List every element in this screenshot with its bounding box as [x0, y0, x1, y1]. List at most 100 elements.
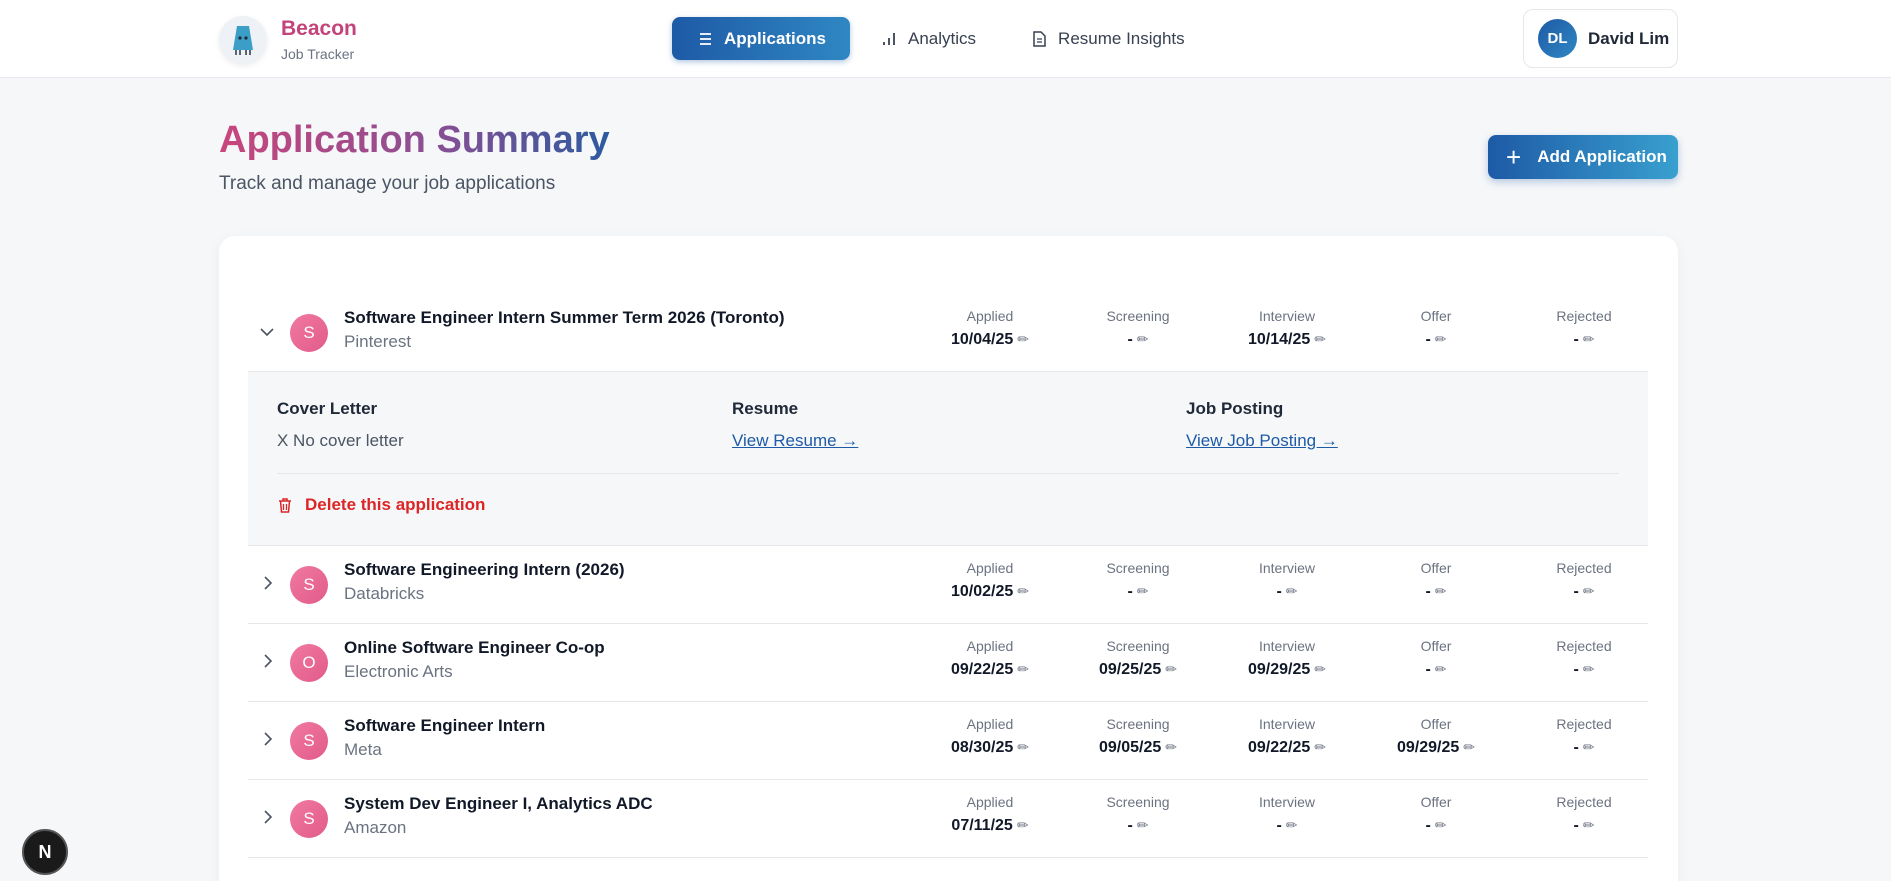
- edit-pencil-icon[interactable]: ✏: [1435, 661, 1447, 678]
- nav-applications[interactable]: Applications: [672, 17, 851, 60]
- stage-date-value: -: [1276, 817, 1282, 834]
- stage-date[interactable]: - ✏: [1376, 817, 1496, 835]
- stage-date[interactable]: - ✏: [1376, 661, 1496, 679]
- stage-date-value: -: [1573, 583, 1579, 600]
- edit-pencil-icon[interactable]: ✏: [1583, 583, 1595, 600]
- page-title: Application Summary: [219, 119, 610, 161]
- edit-pencil-icon[interactable]: ✏: [1286, 817, 1298, 834]
- stage-date[interactable]: 10/02/25 ✏: [930, 583, 1050, 601]
- edit-pencil-icon[interactable]: ✏: [1286, 583, 1298, 600]
- brand: Beacon Job Tracker: [281, 17, 357, 62]
- chevron-right-icon[interactable]: [258, 730, 276, 748]
- edit-pencil-icon[interactable]: ✏: [1583, 817, 1595, 834]
- edit-pencil-icon[interactable]: ✏: [1435, 331, 1447, 348]
- plus-icon: +: [1506, 142, 1522, 172]
- edit-pencil-icon[interactable]: ✏: [1137, 583, 1149, 600]
- stage-date[interactable]: - ✏: [1078, 331, 1198, 349]
- user-menu-button[interactable]: DL David Lim: [1523, 9, 1678, 68]
- stage-date[interactable]: - ✏: [1376, 583, 1496, 601]
- edit-pencil-icon[interactable]: ✏: [1583, 331, 1595, 348]
- company-avatar: S: [290, 314, 328, 352]
- stage-date[interactable]: 09/22/25 ✏: [1227, 739, 1347, 757]
- stage-date-value: -: [1425, 331, 1431, 348]
- application-row[interactable]: S System Dev Engineer I, Analytics ADC Ama…: [248, 780, 1648, 858]
- stage-label: Rejected: [1556, 638, 1612, 654]
- application-row[interactable]: S Software Engineering Intern (2026) Datab…: [248, 546, 1648, 624]
- edit-pencil-icon[interactable]: ✏: [1017, 739, 1029, 756]
- stage-label: Interview: [1258, 560, 1316, 576]
- stage-screening: Screening - ✏: [1078, 308, 1198, 349]
- stage-offer: Offer - ✏: [1376, 308, 1496, 349]
- application-row[interactable]: O Online Software Engineer Co-op Electroni…: [248, 624, 1648, 702]
- stage-date-value: 09/22/25: [1247, 739, 1311, 756]
- stage-rejected: Rejected - ✏: [1524, 560, 1644, 601]
- edit-pencil-icon[interactable]: ✏: [1017, 583, 1029, 600]
- stage-offer: Offer - ✏: [1376, 638, 1496, 679]
- edit-pencil-icon[interactable]: ✏: [1137, 331, 1149, 348]
- stage-label: Rejected: [1556, 716, 1612, 732]
- edit-pencil-icon[interactable]: ✏: [1314, 331, 1326, 348]
- edit-pencil-icon[interactable]: ✏: [1583, 661, 1595, 678]
- stage-applied: Applied 07/11/25 ✏: [930, 794, 1050, 835]
- chevron-right-icon[interactable]: [258, 652, 276, 670]
- stage-date[interactable]: 09/29/25 ✏: [1227, 661, 1347, 679]
- stage-applied: Applied 09/22/25 ✏: [930, 638, 1050, 679]
- stage-date[interactable]: 10/14/25 ✏: [1227, 331, 1347, 349]
- dev-tools-badge[interactable]: N: [22, 829, 68, 875]
- application-row[interactable]: S Software Engineer Intern Meta Applied 08/3…: [248, 702, 1648, 780]
- edit-pencil-icon[interactable]: ✏: [1165, 661, 1177, 678]
- edit-pencil-icon[interactable]: ✏: [1017, 661, 1029, 678]
- stage-date[interactable]: 09/05/25 ✏: [1078, 739, 1198, 757]
- stage-interview: Interview 10/14/25 ✏: [1227, 308, 1347, 349]
- list-icon: [700, 32, 711, 45]
- edit-pencil-icon[interactable]: ✏: [1435, 583, 1447, 600]
- page-subtitle: Track and manage your job applications: [219, 173, 556, 194]
- edit-pencil-icon[interactable]: ✏: [1017, 331, 1029, 348]
- stage-date[interactable]: 07/11/25 ✏: [930, 817, 1050, 835]
- application-row[interactable]: S Software Engineer Intern Summer Term 20…: [248, 294, 1648, 372]
- trash-icon: [279, 497, 291, 513]
- brand-subtitle: Job Tracker: [281, 46, 355, 62]
- stage-date-value: 10/14/25: [1247, 331, 1311, 348]
- stage-date[interactable]: - ✏: [1376, 331, 1496, 349]
- stage-date[interactable]: - ✏: [1524, 583, 1644, 601]
- chevron-down-icon[interactable]: [258, 322, 276, 340]
- stage-date[interactable]: - ✏: [1078, 817, 1198, 835]
- chevron-right-icon[interactable]: [258, 808, 276, 826]
- stage-date[interactable]: - ✏: [1227, 817, 1347, 835]
- stage-date[interactable]: - ✏: [1524, 661, 1644, 679]
- edit-pencil-icon[interactable]: ✏: [1165, 739, 1177, 756]
- edit-pencil-icon[interactable]: ✏: [1137, 817, 1149, 834]
- stage-date[interactable]: 09/22/25 ✏: [930, 661, 1050, 679]
- stage-date-value: 07/11/25: [951, 817, 1013, 834]
- delete-application-button[interactable]: Delete this application: [277, 495, 485, 515]
- stage-date[interactable]: 08/30/25 ✏: [930, 739, 1050, 757]
- stage-date[interactable]: - ✏: [1227, 583, 1347, 601]
- stage-date[interactable]: 10/04/25 ✏: [930, 331, 1050, 349]
- view-job-posting-link[interactable]: View Job Posting →: [1186, 431, 1338, 451]
- nav-resume-insights[interactable]: Resume Insights: [1006, 17, 1209, 60]
- view-resume-link[interactable]: View Resume →: [732, 431, 858, 451]
- stage-date[interactable]: 09/29/25 ✏: [1376, 739, 1496, 757]
- chevron-right-icon[interactable]: [258, 574, 276, 592]
- application-details-panel: Cover Letter X No cover letter Resume Vi…: [248, 372, 1648, 546]
- stage-label: Rejected: [1556, 308, 1612, 324]
- stage-date-value: 09/29/25: [1396, 739, 1460, 756]
- stage-date-value: -: [1573, 331, 1579, 348]
- edit-pencil-icon[interactable]: ✏: [1314, 739, 1326, 756]
- edit-pencil-icon[interactable]: ✏: [1463, 739, 1475, 756]
- stage-date[interactable]: 09/25/25 ✏: [1078, 661, 1198, 679]
- edit-pencil-icon[interactable]: ✏: [1017, 817, 1029, 834]
- add-application-button[interactable]: + Add Application: [1488, 135, 1678, 179]
- stage-date[interactable]: - ✏: [1524, 739, 1644, 757]
- beacon-logo-icon[interactable]: [219, 16, 267, 64]
- nav-analytics[interactable]: Analytics: [856, 17, 1000, 60]
- company-name: Databricks: [344, 584, 425, 603]
- edit-pencil-icon[interactable]: ✏: [1583, 739, 1595, 756]
- stage-date[interactable]: - ✏: [1078, 583, 1198, 601]
- nav-applications-label: Applications: [724, 28, 827, 48]
- stage-date[interactable]: - ✏: [1524, 817, 1644, 835]
- edit-pencil-icon[interactable]: ✏: [1435, 817, 1447, 834]
- stage-date[interactable]: - ✏: [1524, 331, 1644, 349]
- edit-pencil-icon[interactable]: ✏: [1314, 661, 1326, 678]
